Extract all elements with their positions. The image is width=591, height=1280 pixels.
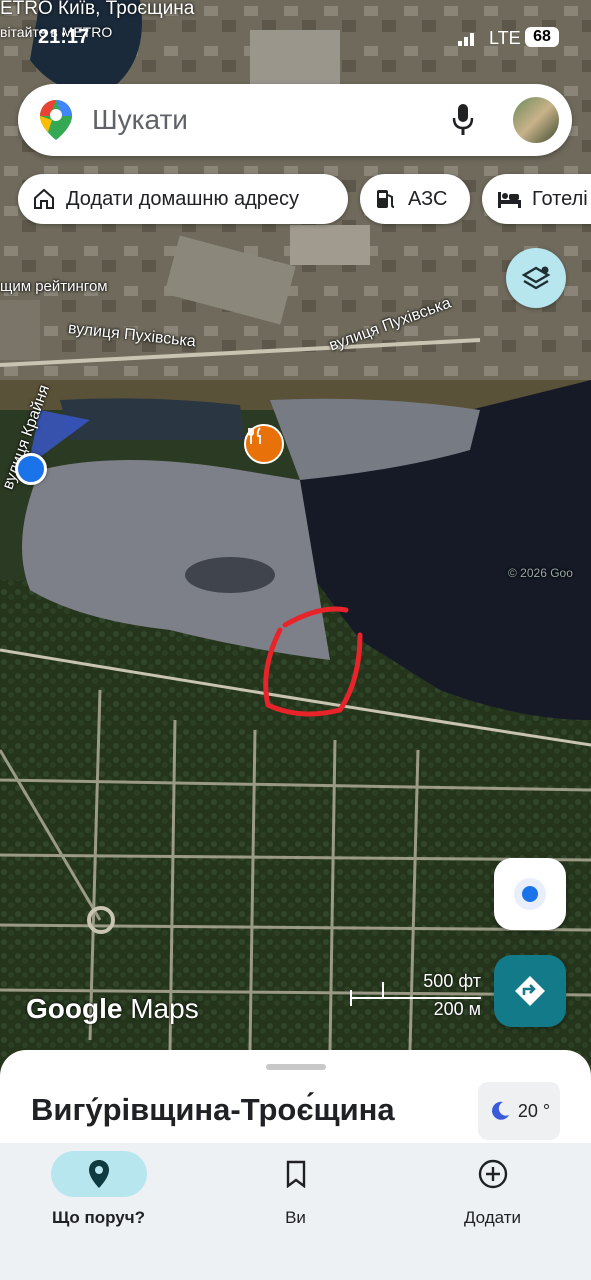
- add-circle-icon: [478, 1159, 507, 1189]
- nav-label: Що поруч?: [52, 1208, 145, 1227]
- nav-label: Ви: [285, 1208, 306, 1227]
- rating-label: щим рейтингом: [0, 278, 108, 295]
- search-placeholder: Шукати: [92, 104, 188, 135]
- map-scale: 500 фт 200 м: [349, 971, 483, 1022]
- google-maps-logo: Google Maps: [26, 993, 199, 1025]
- layers-button[interactable]: [506, 248, 566, 308]
- current-location-dot: [15, 453, 47, 485]
- search-bar[interactable]: Шукати: [18, 84, 572, 156]
- bookmark-icon: [286, 1160, 305, 1188]
- my-location-button[interactable]: [494, 858, 566, 930]
- chip-hotels[interactable]: Готелі: [482, 174, 591, 224]
- status-bar: ETRO Київ, Троєщина вітайте в METRO 21:1…: [0, 0, 591, 70]
- battery-indicator: 68: [525, 27, 559, 47]
- gas-station-icon: [374, 187, 398, 211]
- weather-badge[interactable]: 20 °: [478, 1082, 560, 1140]
- maps-pin-icon: [40, 100, 72, 140]
- chip-gas-station[interactable]: АЗС: [360, 174, 470, 224]
- map-copyright: © 2026 Goo: [508, 566, 573, 580]
- scale-meters: 200 м: [433, 999, 481, 1019]
- chip-label: АЗС: [408, 187, 448, 210]
- network-type: LTE: [489, 28, 521, 48]
- my-location-icon: [514, 878, 546, 910]
- hotel-icon: [496, 188, 522, 210]
- chip-home-address[interactable]: Додати домашню адресу: [18, 174, 348, 224]
- nav-explore[interactable]: Що поруч?: [0, 1143, 197, 1280]
- directions-icon: [515, 976, 545, 1006]
- bottom-navigation: Що поруч? Ви Додати: [0, 1143, 591, 1280]
- chip-label: Додати домашню адресу: [66, 187, 300, 210]
- mic-icon[interactable]: [450, 102, 476, 138]
- google-brand: Google: [26, 993, 123, 1024]
- restaurant-icon: [248, 427, 261, 444]
- weather-temp: 20 °: [517, 1100, 551, 1121]
- icon-pill: [445, 1151, 541, 1197]
- avatar[interactable]: [513, 97, 559, 143]
- location-pin-icon: [88, 1160, 109, 1188]
- overlay-title: ETRO Київ, Троєщина: [0, 0, 195, 19]
- signal-icon: [458, 33, 474, 46]
- home-icon: [32, 187, 56, 211]
- nav-label: Додати: [463, 1208, 522, 1227]
- maps-brand: Maps: [130, 993, 199, 1024]
- nav-you[interactable]: Ви: [197, 1143, 394, 1280]
- clock: 21:17: [38, 26, 90, 48]
- drag-handle[interactable]: [266, 1064, 326, 1070]
- chip-label: Готелі: [532, 187, 588, 210]
- moon-icon: [491, 1101, 509, 1120]
- layers-icon: [521, 266, 551, 290]
- bottom-sheet[interactable]: Вигу́рівщина-Троє́щина 20 °: [0, 1050, 591, 1150]
- icon-pill: [248, 1151, 344, 1197]
- nav-contribute[interactable]: Додати: [394, 1143, 591, 1280]
- restaurant-marker[interactable]: [244, 424, 284, 464]
- place-name: Вигу́рівщина-Троє́щина: [31, 1092, 395, 1127]
- active-pill: [50, 1151, 147, 1197]
- scale-feet: 500 фт: [423, 971, 481, 991]
- directions-button[interactable]: [494, 955, 566, 1027]
